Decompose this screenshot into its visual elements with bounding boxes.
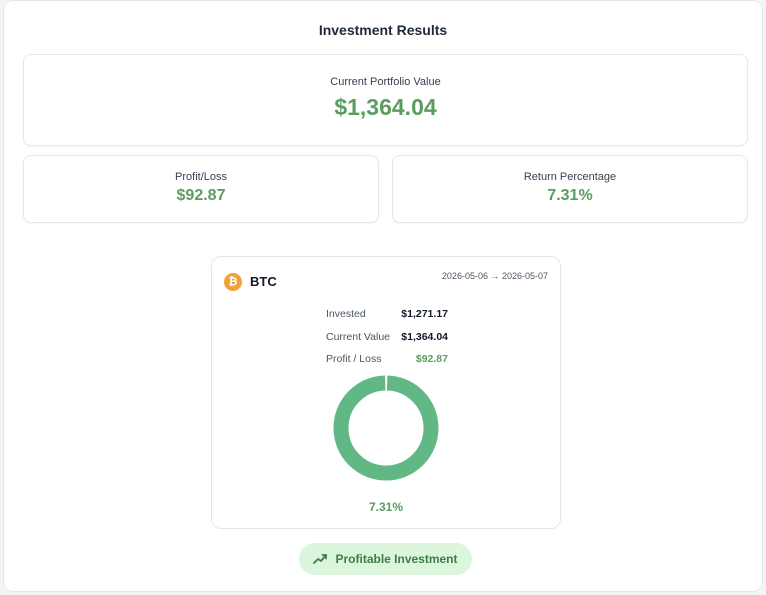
portfolio-value: $1,364.04 — [334, 94, 437, 120]
return-percentage-value: 7.31% — [547, 187, 593, 204]
donut-invested-arc — [333, 375, 439, 481]
panel-title: Investment Results — [318, 22, 448, 38]
trending-up-icon — [313, 554, 328, 564]
profit-loss-value: $92.87 — [176, 187, 226, 204]
asset-date-range: 2026-05-06 → 2026-05-07 — [441, 271, 548, 281]
stat-label: Profit / Loss — [326, 353, 382, 366]
portfolio-value-label: Current Portfolio Value — [330, 76, 441, 88]
asset-card-btc: ₿ BTC 2026-05-06 → 2026-05-07 Invested $… — [211, 256, 561, 529]
return-percentage-label: Return Percentage — [523, 171, 617, 183]
stat-value: $92.87 — [415, 353, 448, 366]
stat-value: $1,271.17 — [401, 308, 448, 321]
profit-loss-label: Profit/Loss — [175, 171, 227, 183]
donut-chart — [333, 375, 439, 481]
asset-return-percentage: 7.31% — [368, 500, 404, 514]
stat-label: Current Value — [326, 330, 391, 343]
stat-row-invested: Invested $1,271.17 — [326, 303, 448, 326]
asset-name: BTC — [250, 274, 277, 289]
stat-row-current-value: Current Value $1,364.04 — [326, 326, 448, 349]
portfolio-value-card: Current Portfolio Value $1,364.04 — [23, 54, 748, 146]
bitcoin-icon: ₿ — [224, 273, 242, 291]
stat-row-profit-loss: Profit / Loss $92.87 — [326, 348, 448, 371]
asset-stats: Invested $1,271.17 Current Value $1,364.… — [326, 303, 448, 371]
badge-label: Profitable Investment — [335, 552, 458, 566]
stat-value: $1,364.04 — [401, 330, 448, 343]
investment-results-panel: Investment Results Current Portfolio Val… — [3, 0, 763, 592]
stat-label: Invested — [326, 308, 366, 321]
profitable-investment-badge: Profitable Investment — [299, 543, 472, 575]
profit-loss-card: Profit/Loss $92.87 — [23, 155, 379, 223]
return-percentage-card: Return Percentage 7.31% — [392, 155, 748, 223]
